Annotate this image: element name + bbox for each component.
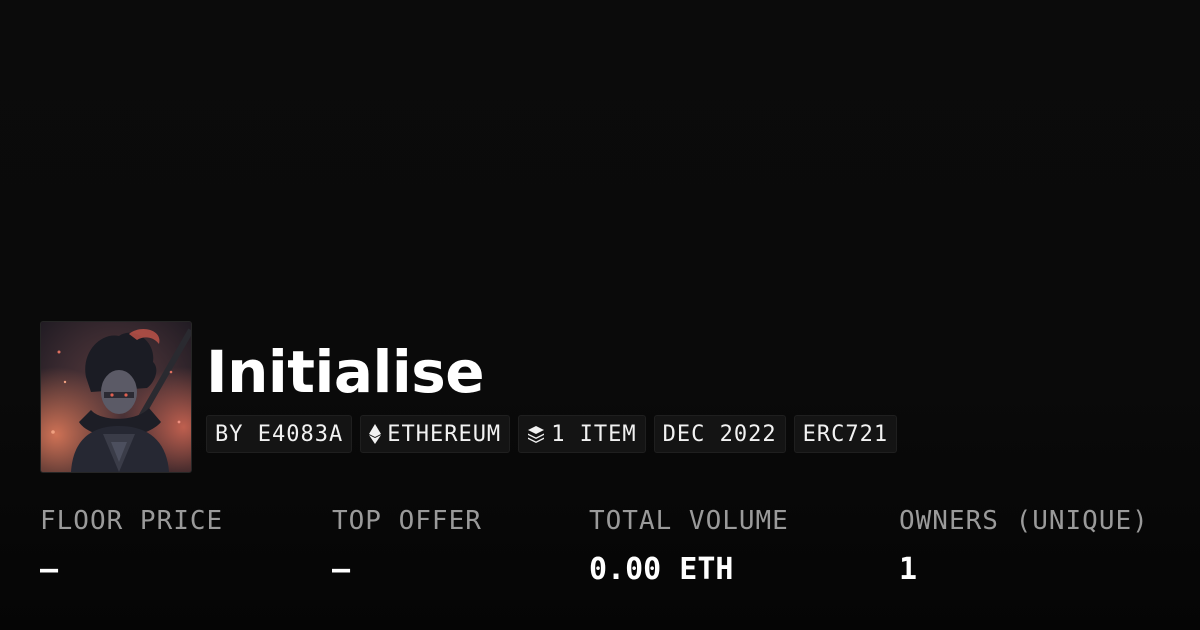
collection-stats: FLOOR PRICE — TOP OFFER — TOTAL VOLUME 0… xyxy=(40,500,1200,600)
collection-tags: BY E4083A ETHEREUM 1 ITEM DEC 2022 ERC72… xyxy=(206,415,898,453)
tag-label: ETHEREUM xyxy=(387,421,502,447)
stat-label: OWNERS (UNIQUE) xyxy=(899,506,1149,536)
tag-label: ERC721 xyxy=(802,421,889,447)
tag-label: 1 ITEM xyxy=(551,421,637,447)
stat-owners: OWNERS (UNIQUE) 1 xyxy=(899,500,1149,598)
collection-avatar xyxy=(40,321,192,473)
collection-title: Initialise xyxy=(206,338,485,406)
item-count-tag[interactable]: 1 ITEM xyxy=(518,415,646,453)
stat-value: — xyxy=(40,552,59,587)
stat-value: — xyxy=(332,552,351,587)
stat-label: FLOOR PRICE xyxy=(40,506,224,536)
collection-preview-card: Initialise BY E4083A ETHEREUM 1 ITEM DEC… xyxy=(0,0,1200,630)
stat-value: 1 xyxy=(899,552,918,587)
ethereum-icon xyxy=(369,424,382,444)
token-standard-tag[interactable]: ERC721 xyxy=(793,415,898,453)
layers-icon xyxy=(527,425,545,443)
creator-tag[interactable]: BY E4083A xyxy=(206,415,353,453)
collection-avatar-image xyxy=(41,322,191,472)
tag-label: BY E4083A xyxy=(215,421,344,447)
stat-label: TOTAL VOLUME xyxy=(589,506,789,536)
tag-label: DEC 2022 xyxy=(662,421,777,447)
stat-top-offer: TOP OFFER — xyxy=(332,500,482,598)
stat-value: 0.00 ETH xyxy=(589,552,734,587)
chain-tag[interactable]: ETHEREUM xyxy=(360,415,511,453)
date-tag[interactable]: DEC 2022 xyxy=(653,415,786,453)
stat-label: TOP OFFER xyxy=(332,506,482,536)
stat-total-volume: TOTAL VOLUME 0.00 ETH xyxy=(589,500,789,598)
stat-floor-price: FLOOR PRICE — xyxy=(40,500,223,598)
